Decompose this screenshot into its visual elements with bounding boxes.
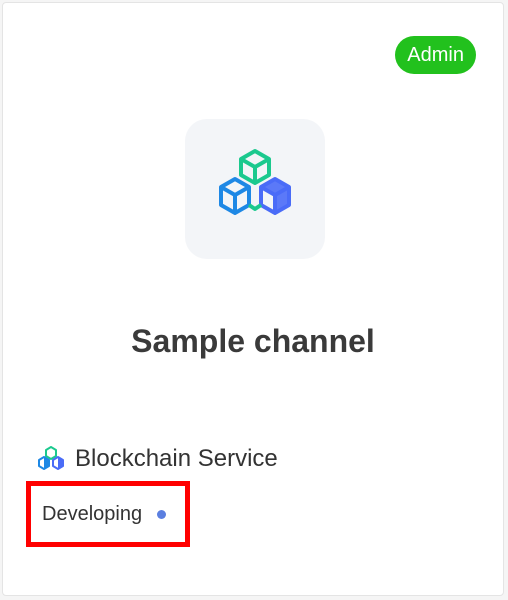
service-label: Blockchain Service <box>75 445 278 472</box>
admin-badge: Admin <box>395 36 476 74</box>
status-indicator: Developing <box>26 481 190 547</box>
blockchain-service-icon <box>37 445 65 473</box>
status-dot <box>157 509 167 519</box>
channel-title: Sample channel <box>131 323 375 359</box>
channel-card[interactable]: Admin Sample channel Blockchain Service … <box>2 2 504 596</box>
service-type: Blockchain Service <box>37 441 278 477</box>
admin-badge-label: Admin <box>407 44 464 66</box>
status-label: Developing <box>42 502 143 525</box>
blockchain-cubes-icon <box>219 149 291 215</box>
channel-logo <box>185 119 325 259</box>
